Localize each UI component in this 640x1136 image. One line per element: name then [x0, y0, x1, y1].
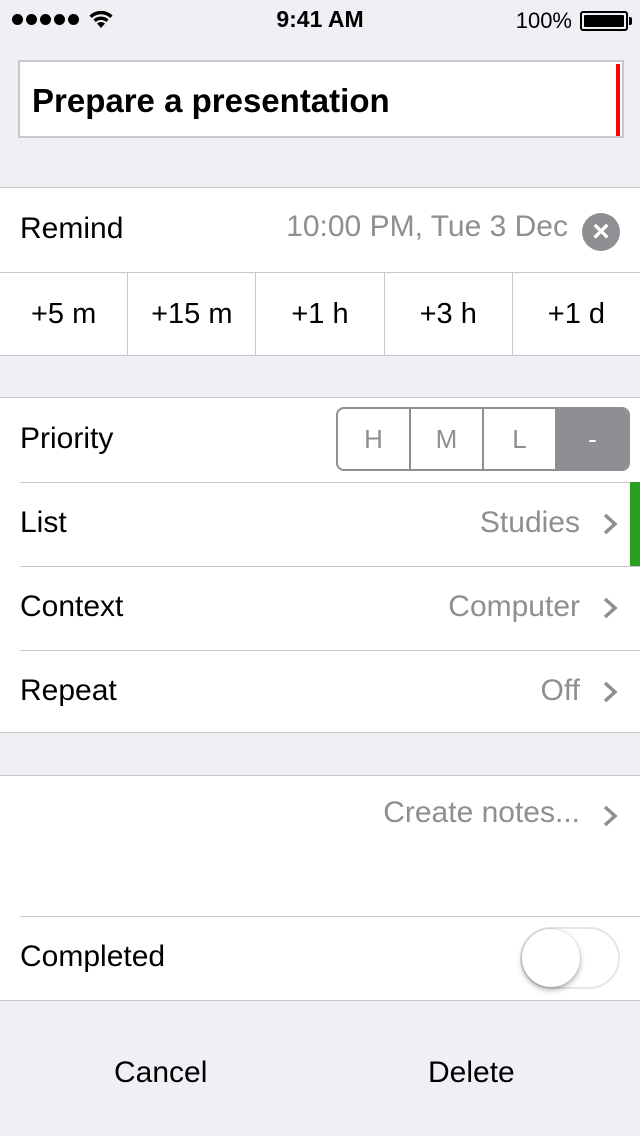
- list-row[interactable]: List Studies: [0, 482, 640, 566]
- priority-none-option[interactable]: -: [555, 409, 628, 469]
- context-label: Context: [20, 590, 124, 623]
- task-title-field[interactable]: Prepare a presentation: [18, 60, 624, 138]
- quick-add-5m-button[interactable]: +5 m: [0, 273, 127, 356]
- quick-add-row: +5 m +15 m +1 h +3 h +1 d: [0, 272, 640, 356]
- repeat-row[interactable]: Repeat Off: [0, 650, 640, 734]
- list-label: List: [20, 506, 67, 539]
- remind-group: Remind 10:00 PM, Tue 3 Dec +5 m +15 m +1…: [0, 187, 640, 356]
- chevron-right-icon: [603, 513, 618, 535]
- list-color-indicator: [630, 482, 640, 566]
- repeat-value: Off: [540, 674, 580, 707]
- notes-group: Create notes... Completed: [0, 775, 640, 1001]
- quick-add-1h-button[interactable]: +1 h: [255, 273, 383, 356]
- status-bar: 9:41 AM 100%: [0, 0, 640, 40]
- properties-group: Priority H M L - List Studies Context Co…: [0, 397, 640, 733]
- remind-label: Remind: [20, 212, 124, 245]
- priority-row: Priority H M L -: [0, 398, 640, 482]
- bottom-toolbar: Cancel Delete: [0, 1001, 640, 1136]
- priority-segmented-control[interactable]: H M L -: [336, 407, 630, 471]
- completed-toggle[interactable]: [520, 927, 620, 989]
- list-value: Studies: [479, 506, 580, 539]
- notes-placeholder: Create notes...: [383, 796, 580, 829]
- repeat-label: Repeat: [20, 674, 117, 707]
- chevron-right-icon: [603, 681, 618, 703]
- context-value: Computer: [448, 590, 580, 623]
- title-accent-bar: [616, 64, 620, 136]
- quick-add-1d-button[interactable]: +1 d: [511, 273, 640, 356]
- battery-icon: [580, 11, 632, 31]
- context-row[interactable]: Context Computer: [0, 566, 640, 650]
- remind-row[interactable]: Remind 10:00 PM, Tue 3 Dec: [0, 188, 640, 272]
- priority-low-option[interactable]: L: [482, 409, 555, 469]
- battery-percent: 100%: [515, 8, 572, 33]
- priority-label: Priority: [20, 422, 114, 455]
- priority-medium-option[interactable]: M: [409, 409, 482, 469]
- remind-value[interactable]: 10:00 PM, Tue 3 Dec: [286, 210, 568, 244]
- cancel-button[interactable]: Cancel: [114, 1056, 207, 1090]
- chevron-right-icon: [603, 805, 618, 827]
- priority-high-option[interactable]: H: [338, 409, 409, 469]
- completed-label: Completed: [20, 940, 166, 973]
- task-title-text: Prepare a presentation: [32, 82, 390, 119]
- toggle-knob: [522, 929, 580, 987]
- delete-button[interactable]: Delete: [428, 1056, 515, 1090]
- chevron-right-icon: [603, 597, 618, 619]
- quick-add-3h-button[interactable]: +3 h: [383, 273, 512, 356]
- clear-icon[interactable]: ×: [582, 213, 620, 251]
- quick-add-15m-button[interactable]: +15 m: [127, 273, 255, 356]
- completed-row: Completed: [0, 916, 640, 1000]
- notes-row[interactable]: Create notes...: [0, 776, 640, 916]
